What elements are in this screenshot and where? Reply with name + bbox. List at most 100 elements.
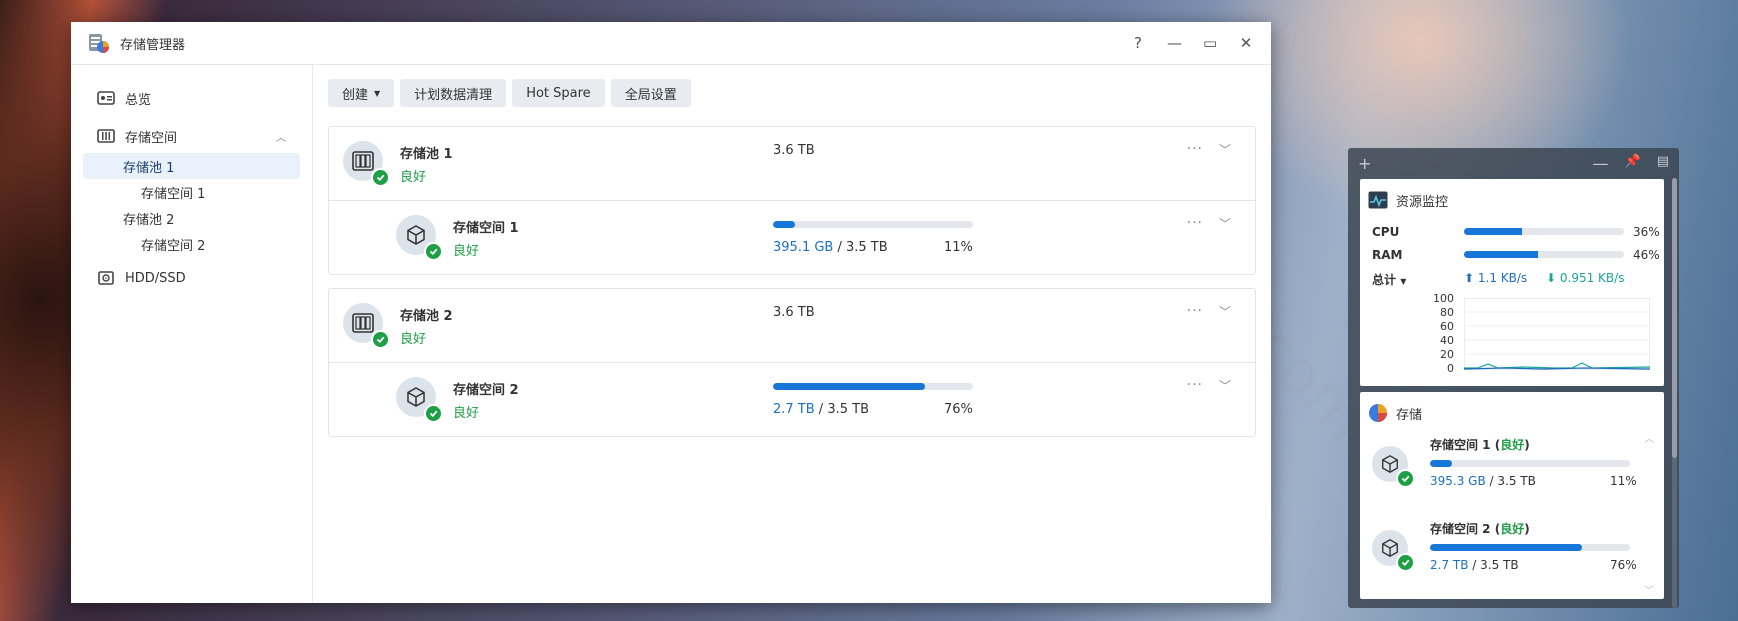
volume-cube-icon [407,225,425,245]
more-menu-icon[interactable]: ··· [1187,141,1203,157]
volume-icon-wrap [1372,446,1415,488]
widget-scrollbar[interactable] [1672,178,1677,608]
storage-panel-title: 存储 [1396,407,1423,423]
widget-volume-item[interactable]: 存储空间 1 (良好) 395.3 GB / 3.5 TB 11% [1360,436,1660,506]
y-axis-tick: 0 [1447,362,1454,375]
main-content: 创建 ▼ 计划数据清理 Hot Spare 全局设置 存储池 1 良好 3.6 … [313,65,1271,603]
sidebar-item-hdd-ssd[interactable]: HDD/SSD [83,263,300,293]
sidebar-item-label: HDD/SSD [125,270,186,286]
sidebar-item-storage[interactable]: 存储空间 ︿ [83,121,300,151]
pool-size: 3.6 TB [773,305,815,320]
pool-name: 存储池 1 [400,147,453,162]
cpu-percent: 36% [1633,225,1660,239]
storage-manager-window: 存储管理器 ? — ▭ ✕ 总览 存储空间 ︿ 存储池 1 存储空间 1 存储池… [71,22,1271,603]
help-button[interactable]: ? [1131,34,1145,52]
sidebar-item-label: 存储空间 [125,130,178,146]
ram-bar [1464,251,1624,258]
y-axis-tick: 60 [1440,320,1454,333]
create-button[interactable]: 创建 ▼ [328,79,395,107]
volume-usage-percent: 11% [944,240,973,255]
minimize-button[interactable]: — [1167,34,1182,52]
healthy-check-icon [424,242,443,261]
sidebar-item-label: 存储池 1 [123,160,175,176]
widget-toolbar: + — 📌 ▤ [1348,148,1679,178]
volume-cube-icon [1382,455,1398,473]
maximize-button[interactable]: ▭ [1203,34,1217,52]
cpu-bar [1464,228,1624,235]
volume-usage-bar [773,221,973,228]
close-button[interactable]: ✕ [1239,34,1253,52]
healthy-check-icon [1396,553,1415,572]
chevron-up-icon[interactable]: ︿ [276,129,286,144]
widget-volume-name: 存储空间 2 (良好) [1430,522,1530,536]
volume-cube-icon [1382,539,1398,557]
pool-row[interactable]: 存储池 1 良好 3.6 TB ··· ﹀ [329,127,1255,200]
widget-volume-percent: 11% [1610,474,1637,488]
more-menu-icon[interactable]: ··· [1187,377,1203,393]
ram-label: RAM [1372,248,1403,262]
pool-icon [352,313,374,333]
resource-monitor-icon [1368,191,1388,209]
y-axis-tick: 80 [1440,306,1454,319]
sidebar-item-label: 存储空间 2 [141,238,206,254]
network-total-dropdown[interactable]: 总计 ▼ [1372,271,1406,288]
pool-icon [352,151,374,171]
download-rate: ⬇ 0.951 KB/s [1546,271,1625,285]
sidebar-item-pool-1[interactable]: 存储池 1 [83,153,300,179]
network-graph [1464,298,1650,370]
window-title: 存储管理器 [120,37,186,53]
sidebar-item-pool-2[interactable]: 存储池 2 [83,205,300,231]
minimize-widget-icon[interactable]: — [1593,154,1609,173]
volume-status: 良好 [453,244,480,259]
sidebar-item-overview[interactable]: 总览 [83,83,300,113]
volume-row[interactable]: 存储空间 1 良好 395.1 GB / 3.5 TB 11% ··· ﹀ [329,200,1255,274]
scheduled-scrub-button[interactable]: 计划数据清理 [400,79,507,107]
widget-volume-name: 存储空间 1 (良好) [1430,438,1530,452]
storage-pie-icon [1369,404,1387,422]
global-settings-button[interactable]: 全局设置 [610,79,691,107]
create-button-label: 创建 [342,87,369,103]
volume-icon-wrap [1372,530,1415,572]
toolbar: 创建 ▼ 计划数据清理 Hot Spare 全局设置 [313,65,1271,107]
y-axis-tick: 20 [1440,348,1454,361]
sidebar-item-volume-1[interactable]: 存储空间 1 [83,179,300,205]
chevron-down-icon[interactable]: ﹀ [1219,215,1231,232]
pool-icon-wrap [343,303,390,349]
healthy-check-icon [1396,469,1415,488]
sidebar-item-label: 存储空间 1 [141,186,206,202]
volume-name: 存储空间 2 [453,383,519,398]
volume-usage-text: 2.7 TB / 3.5 TB [773,402,869,417]
volume-row[interactable]: 存储空间 2 良好 2.7 TB / 3.5 TB 76% ··· ﹀ [329,362,1255,436]
sidebar: 总览 存储空间 ︿ 存储池 1 存储空间 1 存储池 2 存储空间 2 HDD/… [71,65,313,603]
volume-usage-bar [773,383,973,390]
chevron-down-icon[interactable]: ﹀ [1219,141,1231,158]
more-menu-icon[interactable]: ··· [1187,215,1203,231]
hot-spare-button[interactable]: Hot Spare [512,79,605,107]
y-axis-tick: 40 [1440,334,1454,347]
volume-icon-wrap [396,377,443,423]
chevron-down-icon[interactable]: ﹀ [1219,303,1231,320]
add-widget-icon[interactable]: + [1358,154,1371,173]
chevron-down-icon[interactable]: ﹀ [1644,582,1654,597]
chevron-down-icon[interactable]: ﹀ [1219,377,1231,394]
storage-panel: 存储 ︿ 存储空间 1 (良好) 395.3 GB / 3.5 TB 11% 存… [1360,392,1664,599]
sidebar-item-label: 存储池 2 [123,212,175,228]
sidebar-item-volume-2[interactable]: 存储空间 2 [83,231,300,257]
widget-settings-icon[interactable]: ▤ [1657,154,1669,173]
pin-icon[interactable]: 📌 [1625,154,1641,173]
more-menu-icon[interactable]: ··· [1187,303,1203,319]
resource-monitor-panel: 资源监控 CPU 36% RAM 46% 总计 ▼ ⬆ 1.1 KB/s ⬇ 0… [1360,179,1664,386]
volume-status: 良好 [453,406,480,421]
download-arrow-icon: ⬇ [1546,271,1557,285]
caret-down-icon: ▼ [374,88,381,98]
volume-cube-icon [407,387,425,407]
pool-row[interactable]: 存储池 2 良好 3.6 TB ··· ﹀ [329,289,1255,362]
widget-volume-bar [1430,460,1630,467]
widget-volume-item[interactable]: 存储空间 2 (良好) 2.7 TB / 3.5 TB 76% [1360,520,1660,590]
pool-icon-wrap [343,141,390,187]
volume-icon-wrap [396,215,443,261]
widget-volume-usage: 395.3 GB / 3.5 TB [1430,474,1536,488]
storage-manager-app-icon [88,32,110,54]
widget-volume-usage: 2.7 TB / 3.5 TB [1430,558,1519,572]
volume-usage-percent: 76% [944,402,973,417]
